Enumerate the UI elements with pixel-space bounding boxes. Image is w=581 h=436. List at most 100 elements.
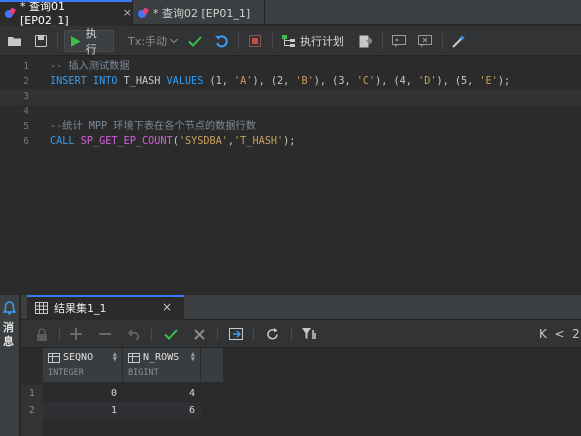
export-icon[interactable] xyxy=(356,30,374,52)
export-results-icon[interactable] xyxy=(227,325,245,343)
result-tab-bar: 结果集1_1 × xyxy=(21,295,581,320)
code-text: CALL SP_GET_EP_COUNT('SYSDBA','T_HASH'); xyxy=(50,134,295,150)
open-folder-icon[interactable] xyxy=(6,30,24,52)
code-token: (1, xyxy=(209,76,235,87)
line-number: 2 xyxy=(23,76,29,87)
stop-icon[interactable] xyxy=(246,30,264,52)
run-button[interactable]: 执行 xyxy=(64,27,114,56)
column-table-icon xyxy=(128,353,140,363)
code-token: 'SYSDBA' xyxy=(178,136,228,147)
run-label: 执行 xyxy=(85,27,97,56)
tab-query01[interactable]: * 查询01 [EP02_1] × xyxy=(0,0,133,27)
line-number: 3 xyxy=(23,91,29,102)
grid-table-icon xyxy=(35,301,48,314)
table-row[interactable]: 2 1 6 xyxy=(21,402,221,419)
code-token: 'D' xyxy=(418,76,437,87)
save-icon[interactable] xyxy=(32,30,50,52)
sort-arrows-icon[interactable]: ▲ ▼ xyxy=(191,351,195,363)
delete-row-icon[interactable] xyxy=(97,325,113,343)
page-nav-text: K < 2 xyxy=(539,327,580,341)
code-token: 'C' xyxy=(356,76,376,87)
tab-result-set[interactable]: 结果集1_1 × xyxy=(27,295,184,320)
code-token: VALUES xyxy=(166,76,210,87)
page-navigation[interactable]: K < 2 xyxy=(539,325,581,343)
code-token: --统计 MPP 环境下表在各个节点的数据行数 xyxy=(50,121,256,132)
code-token: ), (5, xyxy=(436,76,480,87)
editor-toolbar: 执行 Tx:手动 执行计划 xyxy=(0,26,581,56)
transaction-mode-select[interactable]: Tx:手动 xyxy=(128,30,178,52)
line-number: 6 xyxy=(23,136,29,147)
code-token: SP_GET_EP_COUNT xyxy=(80,136,173,147)
table-row[interactable]: 1 0 4 xyxy=(21,385,221,402)
result-tab-label: 结果集1_1 xyxy=(54,301,107,315)
refresh-icon[interactable] xyxy=(263,325,281,343)
code-token: -- 插入测试数据 xyxy=(50,61,130,72)
cell-n-rows[interactable]: 4 xyxy=(123,385,201,402)
query-icon xyxy=(4,7,16,19)
messages-tab[interactable]: 消息 xyxy=(3,321,17,349)
format-magic-wand-icon[interactable] xyxy=(450,30,468,52)
tx-mode-label: Tx:手动 xyxy=(128,35,167,48)
code-token: 'B' xyxy=(295,76,314,87)
line-number: 1 xyxy=(23,61,29,72)
commit-check-icon[interactable] xyxy=(186,30,204,52)
code-line[interactable]: 3 xyxy=(0,89,581,105)
code-token: 'T_HASH' xyxy=(234,136,284,147)
line-number: 4 xyxy=(23,106,29,117)
close-icon[interactable]: × xyxy=(123,6,132,19)
result-grid[interactable]: SEQNO ▲ ▼ INTEGER N_ROWS ▲ ▼ BIGINT 1 0 4 … xyxy=(21,348,581,436)
code-token: 'E' xyxy=(479,76,498,87)
plan-label: 执行计划 xyxy=(300,35,344,48)
code-text: INSERT INTO T_HASH VALUES (1, 'A'), (2, … xyxy=(50,74,510,90)
code-token: ), (2, xyxy=(252,76,296,87)
bell-icon[interactable] xyxy=(2,300,17,319)
cell-n-rows[interactable]: 6 xyxy=(123,402,201,419)
column-name: N_ROWS xyxy=(143,352,180,363)
cancel-x-icon[interactable] xyxy=(191,325,207,343)
code-token: ); xyxy=(283,136,296,147)
add-row-icon[interactable] xyxy=(68,325,84,343)
column-table-icon xyxy=(48,353,60,363)
filter-icon[interactable] xyxy=(300,325,318,343)
code-line[interactable]: 5 --统计 MPP 环境下表在各个节点的数据行数 xyxy=(0,119,581,135)
code-line[interactable]: 1 -- 插入测试数据 xyxy=(0,59,581,75)
row-gutter xyxy=(21,419,43,436)
tab-label: * 查询01 [EP02_1] xyxy=(20,0,69,27)
code-token: ); xyxy=(497,76,511,87)
code-token: INSERT INTO xyxy=(50,76,124,87)
column-type: BIGINT xyxy=(128,368,159,378)
close-icon[interactable]: × xyxy=(162,300,172,314)
query-icon xyxy=(137,7,149,19)
sql-editor[interactable]: 1 -- 插入测试数据 2 INSERT INTO T_HASH VALUES (1,… xyxy=(0,57,581,294)
code-text: --统计 MPP 环境下表在各个节点的数据行数 xyxy=(50,119,256,135)
code-text: -- 插入测试数据 xyxy=(50,59,130,75)
apply-check-icon[interactable] xyxy=(162,325,180,343)
rollback-icon[interactable] xyxy=(212,30,230,52)
lock-icon[interactable] xyxy=(34,325,50,343)
tab-query02[interactable]: * 查询02 [EP01_1] xyxy=(133,0,265,25)
line-number: 5 xyxy=(23,121,29,132)
undo-icon[interactable] xyxy=(126,325,142,343)
cell-seqno[interactable]: 0 xyxy=(43,385,123,402)
row-number: 2 xyxy=(21,402,43,419)
execution-plan-button[interactable]: 执行计划 xyxy=(280,30,346,52)
column-header-seqno[interactable]: SEQNO ▲ ▼ INTEGER xyxy=(43,348,123,382)
code-token: 'A' xyxy=(234,76,253,87)
result-toolbar: K < 2 xyxy=(21,320,581,348)
code-line[interactable]: 4 xyxy=(0,104,581,120)
play-icon xyxy=(71,35,81,47)
cell-seqno[interactable]: 1 xyxy=(43,402,123,419)
uncomment-icon[interactable] xyxy=(416,30,434,52)
code-line[interactable]: 2 INSERT INTO T_HASH VALUES (1, 'A'), (2,… xyxy=(0,74,581,90)
code-token: ), (4, xyxy=(375,76,419,87)
messages-side-strip: 消息 xyxy=(0,295,20,436)
code-line[interactable]: 6 CALL SP_GET_EP_COUNT('SYSDBA','T_HASH')… xyxy=(0,134,581,150)
code-token: CALL xyxy=(50,136,81,147)
grid-header: SEQNO ▲ ▼ INTEGER N_ROWS ▲ ▼ BIGINT xyxy=(43,348,223,382)
column-header-n-rows[interactable]: N_ROWS ▲ ▼ BIGINT xyxy=(123,348,201,382)
comment-icon[interactable] xyxy=(390,30,408,52)
row-number: 1 xyxy=(21,385,43,402)
sort-arrows-icon[interactable]: ▲ ▼ xyxy=(113,351,117,363)
query-tab-bar: * 查询01 [EP02_1] × * 查询02 [EP01_1] xyxy=(0,0,581,27)
chevron-down-icon xyxy=(170,38,178,44)
